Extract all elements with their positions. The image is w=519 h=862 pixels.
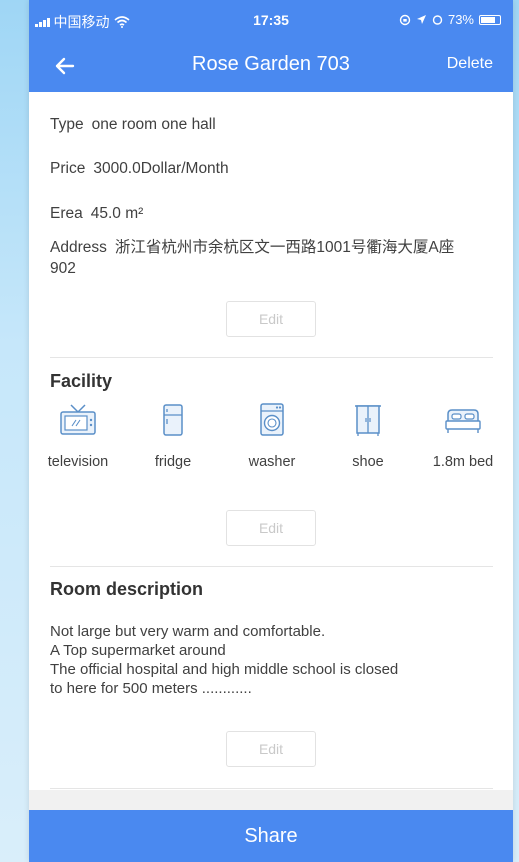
- location-icon: [416, 15, 426, 24]
- divider: [50, 788, 493, 789]
- description-line: The official hospital and high middle sc…: [50, 661, 399, 678]
- divider: [50, 357, 493, 358]
- price-value: 3000.0Dollar/Month: [93, 160, 229, 177]
- washer-icon: [260, 403, 284, 436]
- top-bar: 中国移动 17:35 73% Rose Garden 703 Delete: [29, 0, 513, 92]
- bottom-spacer: [29, 790, 513, 810]
- television-icon: [60, 404, 96, 435]
- type-value: one room one hall: [91, 116, 216, 133]
- description-line: A Top supermarket around: [50, 642, 226, 659]
- status-right: 73%: [399, 12, 501, 27]
- fridge-icon: [163, 404, 183, 436]
- edit-facility-button[interactable]: Edit: [226, 510, 316, 546]
- page-title: Rose Garden 703: [192, 53, 350, 75]
- battery-icon: [479, 14, 501, 25]
- facility-label: 1.8m bed: [432, 454, 494, 470]
- edit-description-button[interactable]: Edit: [226, 731, 316, 767]
- alarm-icon: [432, 15, 443, 25]
- status-bar: 中国移动 17:35 73%: [29, 0, 513, 40]
- facility-item-washer: washer: [232, 402, 312, 470]
- area-value: 45.0 m²: [90, 205, 144, 222]
- facility-item-shoe: shoe: [328, 402, 408, 470]
- price-label: Price: [50, 160, 86, 177]
- address-row: Address 浙江省杭州市余杭区文一西路1001号衢海大厦A座902: [50, 237, 480, 279]
- area-label: Erea: [50, 205, 83, 222]
- phone-screen: 中国移动 17:35 73% Rose Garden 703 Delete Ty…: [29, 0, 513, 862]
- facility-item-television: television: [38, 402, 118, 470]
- area-row: Erea 45.0 m²: [50, 205, 143, 223]
- description-line: Not large but very warm and comfortable.: [50, 623, 326, 640]
- delete-button[interactable]: Delete: [447, 55, 493, 73]
- address-value: 浙江省杭州市余杭区文一西路1001号衢海大厦A座902: [50, 239, 455, 277]
- shoe-cabinet-icon: [355, 405, 381, 436]
- battery-percent: 73%: [447, 12, 474, 27]
- address-label: Address: [50, 239, 107, 256]
- facility-item-bed: 1.8m bed: [423, 402, 503, 470]
- price-row: Price 3000.0Dollar/Month: [50, 160, 229, 178]
- type-row: Type one room one hall: [50, 116, 216, 134]
- facility-item-fridge: fridge: [133, 402, 213, 470]
- description-title: Room description: [50, 579, 204, 599]
- nav-bar: Rose Garden 703 Delete: [29, 40, 513, 92]
- divider: [50, 566, 493, 567]
- edit-info-button[interactable]: Edit: [226, 301, 316, 337]
- facility-label: shoe: [352, 454, 384, 470]
- description-line: to here for 500 meters ............: [50, 680, 252, 697]
- facility-label: washer: [248, 454, 296, 470]
- lock-rotation-icon: [399, 14, 411, 25]
- bed-icon: [445, 409, 481, 433]
- facility-label: fridge: [154, 454, 192, 470]
- type-label: Type: [50, 116, 84, 133]
- facility-label: television: [47, 454, 109, 470]
- description-text: Not large but very warm and comfortable.…: [50, 622, 495, 698]
- share-button[interactable]: Share: [29, 810, 513, 862]
- facility-title: Facility: [50, 371, 113, 391]
